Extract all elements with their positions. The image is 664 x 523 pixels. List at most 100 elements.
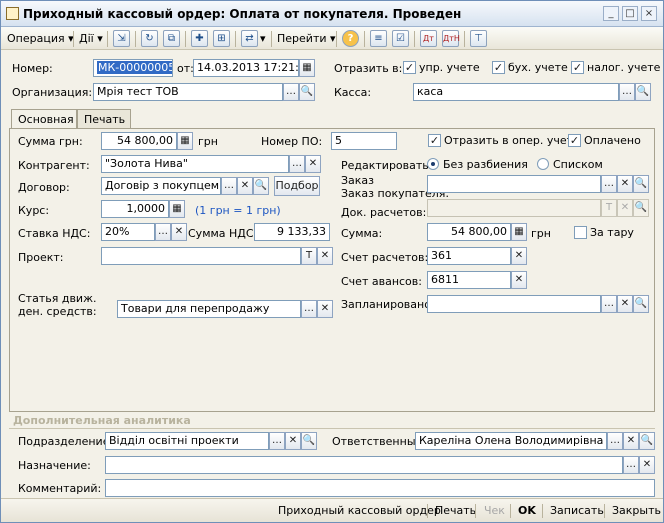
structure-icon[interactable]: ⊞: [213, 30, 230, 47]
receipt-button: Чек: [484, 504, 505, 517]
select-ellipsis-button[interactable]: …: [283, 83, 299, 101]
cashflow-item-field[interactable]: Товари для перепродажу: [117, 300, 301, 318]
select-ellipsis-button[interactable]: …: [301, 300, 317, 318]
clear-icon[interactable]: ✕: [171, 223, 187, 241]
reflect-tax-checkbox[interactable]: ✓: [571, 61, 584, 74]
clear-icon[interactable]: ✕: [317, 247, 333, 265]
search-icon[interactable]: 🔍: [633, 295, 649, 313]
chevron-down-icon: ▾: [97, 32, 103, 45]
post-document-icon[interactable]: ⇲: [113, 30, 130, 47]
po-number-field[interactable]: 5: [331, 132, 397, 150]
date-field[interactable]: 14.03.2013 17:21:31: [193, 59, 299, 77]
search-icon[interactable]: 🔍: [301, 432, 317, 450]
reflect-mgmt-checkbox[interactable]: ✓: [403, 61, 416, 74]
debit-credit-n-icon[interactable]: ДтН: [442, 30, 460, 47]
select-ellipsis-button[interactable]: …: [269, 432, 285, 450]
clear-icon[interactable]: ✕: [511, 271, 527, 289]
minimize-button[interactable]: _: [603, 6, 619, 21]
clear-icon[interactable]: ✕: [285, 432, 301, 450]
sum-field[interactable]: 54 800,00: [101, 132, 177, 150]
bottom-separator: [475, 504, 476, 518]
clear-icon[interactable]: ✕: [511, 247, 527, 265]
tare-checkbox[interactable]: [574, 226, 587, 239]
actions-menu[interactable]: Дії ▾: [79, 31, 103, 46]
paid-checkbox[interactable]: ✓: [568, 134, 581, 147]
clear-icon[interactable]: ✕: [623, 432, 639, 450]
refresh-icon[interactable]: ↻: [141, 30, 158, 47]
order-form-button[interactable]: Приходный кассовый ордер: [278, 504, 441, 517]
goto-menu[interactable]: Перейти ▾: [277, 31, 336, 46]
edit-no-split-radio[interactable]: [427, 158, 439, 170]
checklist-icon[interactable]: ☑: [392, 30, 409, 47]
text-type-icon: T: [601, 199, 617, 217]
purpose-field[interactable]: [105, 456, 623, 474]
maximize-button[interactable]: □: [622, 6, 638, 21]
customer-order-field[interactable]: [427, 175, 601, 193]
calculator-icon[interactable]: ▦: [511, 223, 527, 241]
cash-field[interactable]: каса: [413, 83, 619, 101]
toolbar-separator: [336, 31, 337, 47]
planned-field[interactable]: [427, 295, 601, 313]
toolbar-separator: [135, 31, 136, 47]
settlement-account-field[interactable]: 361: [427, 247, 511, 265]
bottom-separator: [604, 504, 605, 518]
select-ellipsis-button[interactable]: …: [289, 155, 305, 173]
select-ellipsis-button[interactable]: …: [601, 295, 617, 313]
search-icon[interactable]: 🔍: [635, 83, 651, 101]
calculator-icon[interactable]: ▦: [169, 200, 185, 218]
vat-rate-field[interactable]: 20%: [101, 223, 155, 241]
chevron-down-icon[interactable]: ▾: [260, 31, 266, 46]
clear-icon[interactable]: ✕: [639, 456, 655, 474]
reflect-oper-checkbox[interactable]: ✓: [428, 134, 441, 147]
select-ellipsis-button[interactable]: …: [221, 177, 237, 195]
ok-button[interactable]: OK: [518, 504, 536, 517]
movements-icon[interactable]: ⇄: [241, 30, 258, 47]
edit-list-radio[interactable]: [537, 158, 549, 170]
create-based-on-icon[interactable]: ✚: [191, 30, 208, 47]
structure-tree-icon[interactable]: ⊤: [470, 30, 487, 47]
advance-account-field[interactable]: 6811: [427, 271, 511, 289]
tab-print[interactable]: Печать: [77, 109, 131, 129]
select-button[interactable]: Подбор: [274, 176, 320, 196]
select-ellipsis-button[interactable]: …: [155, 223, 171, 241]
clear-icon[interactable]: ✕: [237, 177, 253, 195]
division-field[interactable]: Відділ освітні проекти: [105, 432, 269, 450]
close-window-button[interactable]: ×: [641, 6, 657, 21]
calendar-icon[interactable]: ▦: [299, 59, 315, 77]
operation-menu[interactable]: Операция ▾: [7, 31, 74, 46]
clear-icon[interactable]: ✕: [317, 300, 333, 318]
select-ellipsis-button[interactable]: …: [619, 83, 635, 101]
vat-sum-field[interactable]: 9 133,33: [254, 223, 330, 241]
reflect-tax-label: налог. учете: [587, 61, 661, 74]
select-ellipsis-button[interactable]: …: [623, 456, 639, 474]
contractor-field[interactable]: "Золота Нива": [101, 155, 289, 173]
calculator-icon[interactable]: ▦: [177, 132, 193, 150]
search-icon[interactable]: 🔍: [253, 177, 269, 195]
rate-field[interactable]: 1,0000: [101, 200, 169, 218]
save-button[interactable]: Записать: [550, 504, 604, 517]
sum-label: Сумма грн:: [18, 135, 83, 148]
copy-document-icon[interactable]: ⧉: [163, 30, 180, 47]
search-icon[interactable]: 🔍: [633, 175, 649, 193]
comment-field[interactable]: [105, 479, 655, 497]
clear-icon[interactable]: ✕: [305, 155, 321, 173]
select-ellipsis-button[interactable]: …: [607, 432, 623, 450]
clear-icon[interactable]: ✕: [617, 175, 633, 193]
help-icon[interactable]: ?: [342, 30, 359, 47]
close-button[interactable]: Закрыть: [612, 504, 661, 517]
list-icon[interactable]: ≡: [370, 30, 387, 47]
contract-field[interactable]: Договір з покупцем: [101, 177, 221, 195]
text-type-icon[interactable]: T: [301, 247, 317, 265]
responsible-field[interactable]: Кареліна Олена Володимирівна: [415, 432, 607, 450]
clear-icon[interactable]: ✕: [617, 295, 633, 313]
debit-credit-icon[interactable]: Дт: [420, 30, 437, 47]
search-icon[interactable]: 🔍: [299, 83, 315, 101]
search-icon[interactable]: 🔍: [639, 432, 655, 450]
organization-field[interactable]: Мрія тест ТОВ: [93, 83, 283, 101]
project-field[interactable]: [101, 247, 301, 265]
print-button[interactable]: Печать: [435, 504, 476, 517]
amount-field[interactable]: 54 800,00: [427, 223, 511, 241]
number-field[interactable]: МК-00000005: [93, 59, 173, 77]
select-ellipsis-button[interactable]: …: [601, 175, 617, 193]
reflect-accounting-checkbox[interactable]: ✓: [492, 61, 505, 74]
